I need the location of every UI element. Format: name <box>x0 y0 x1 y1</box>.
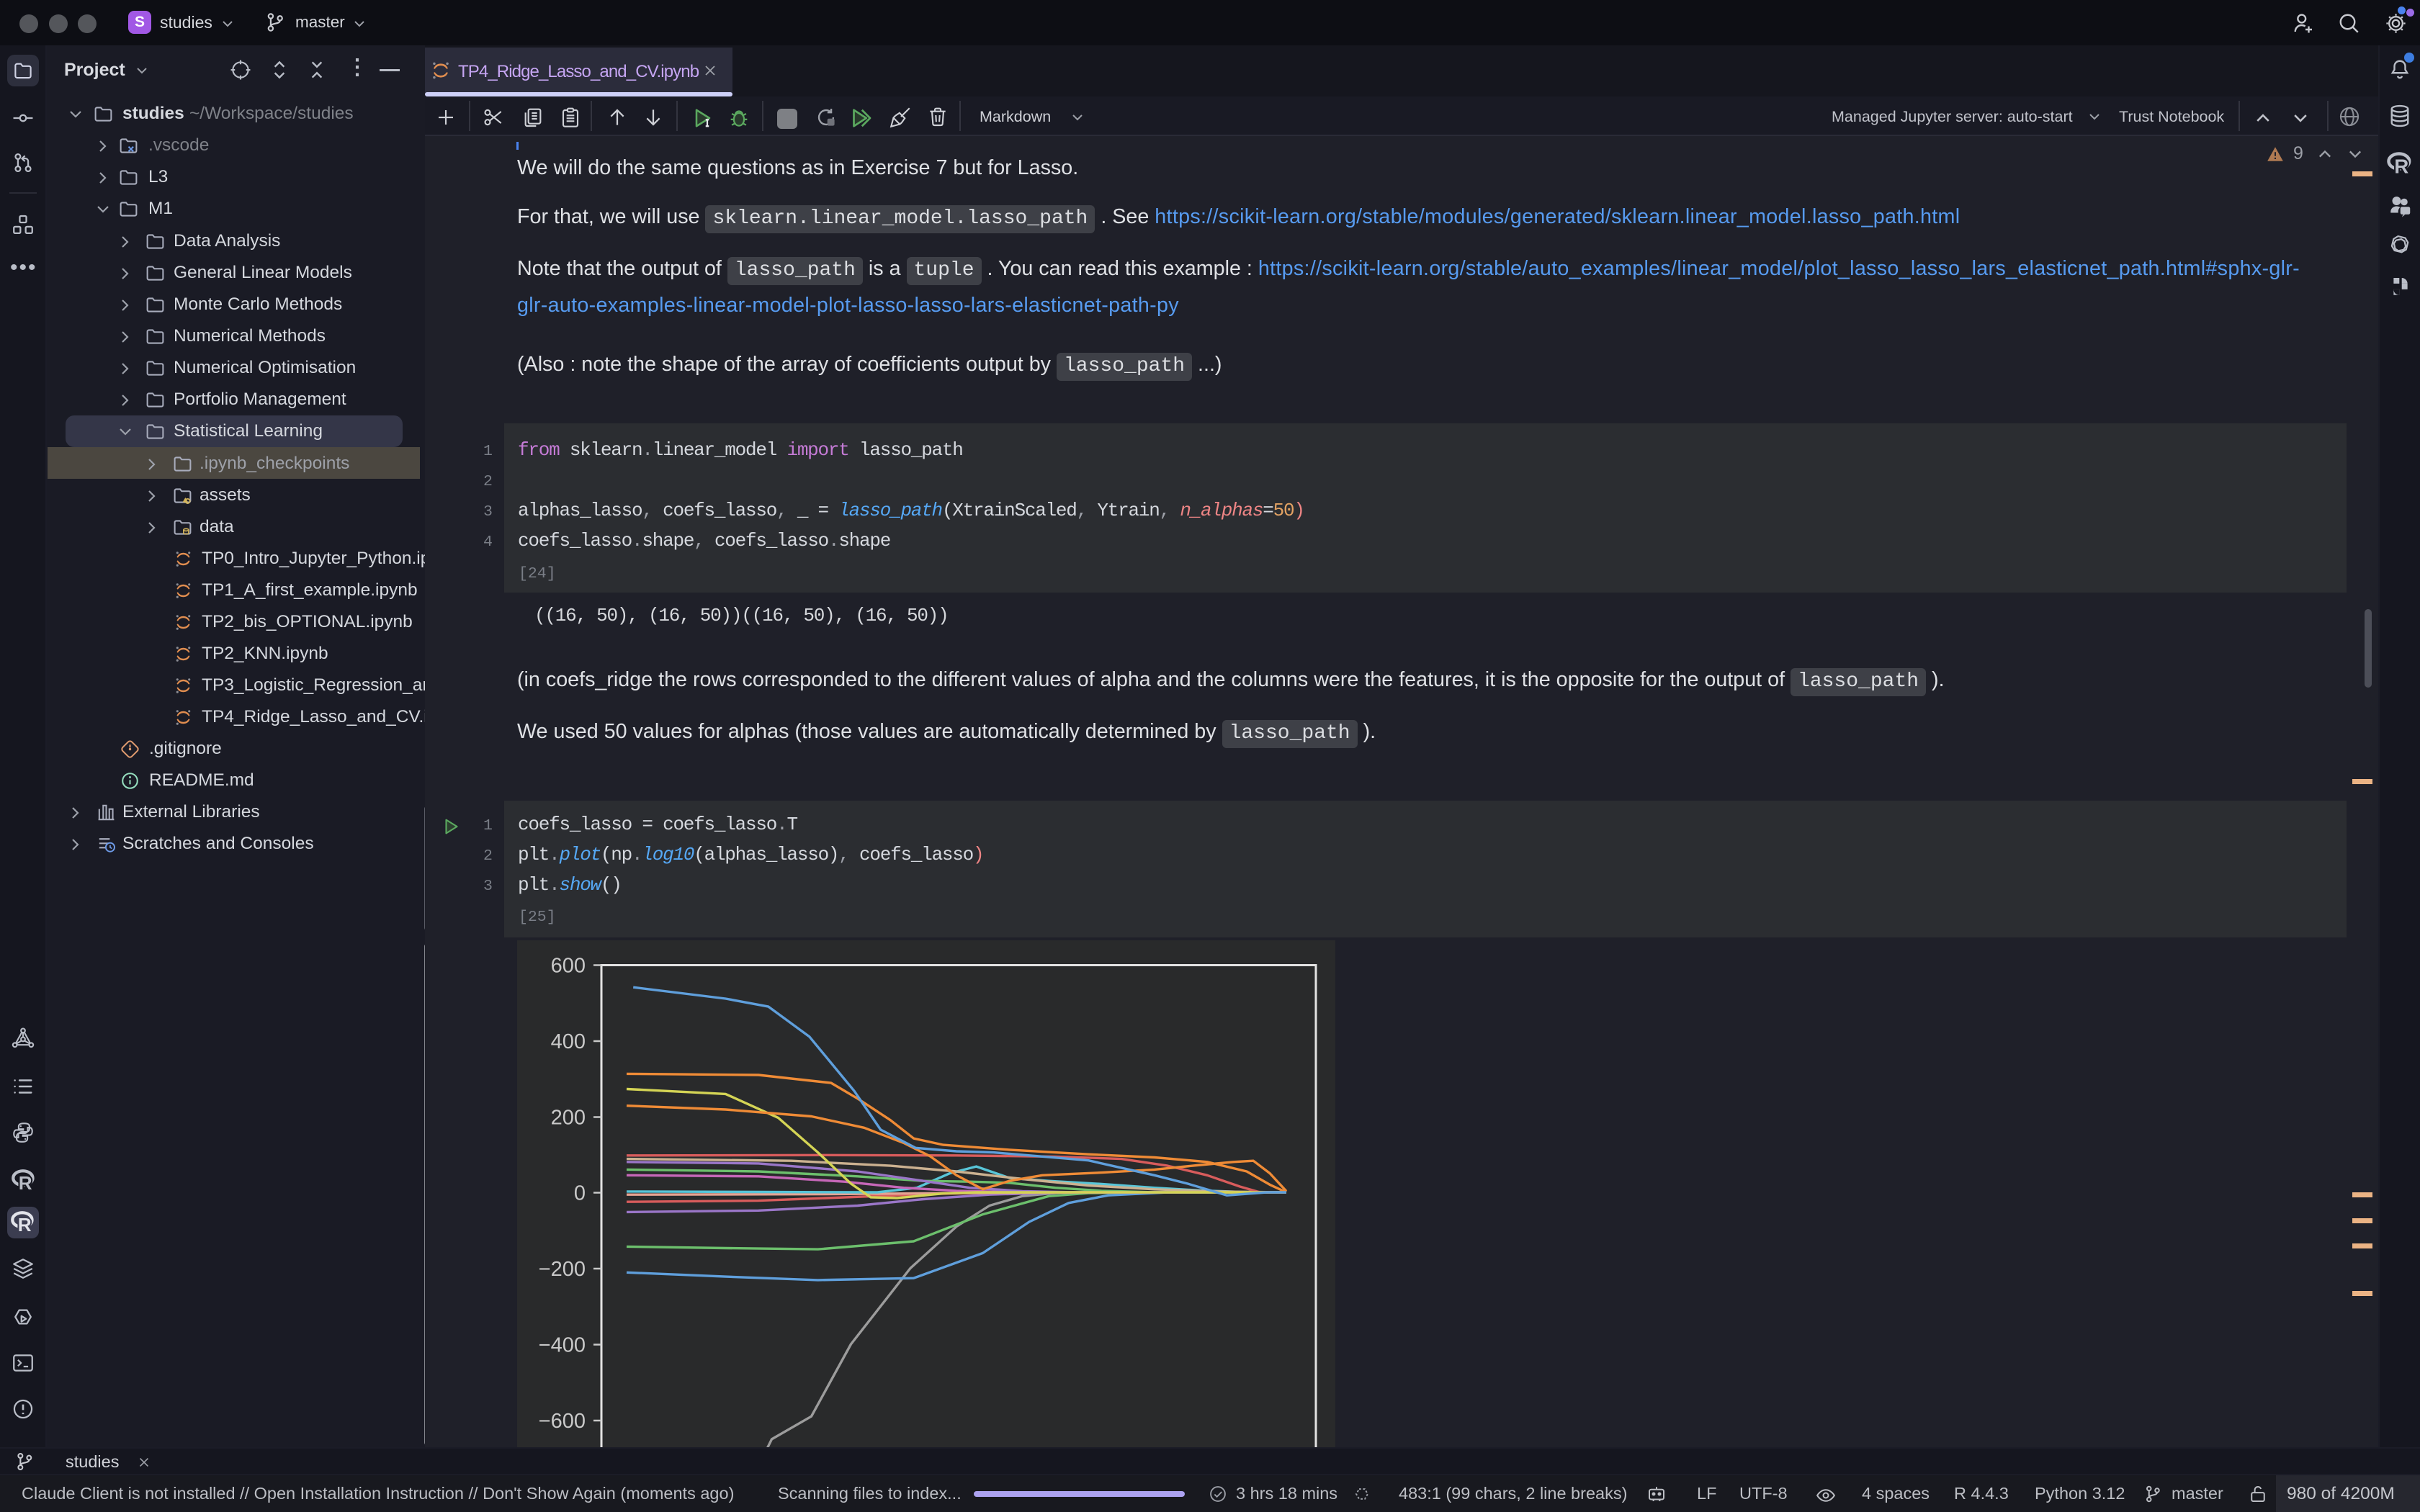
svg-text:−400: −400 <box>539 1334 586 1357</box>
svg-text:0: 0 <box>574 1182 586 1205</box>
svg-text:200: 200 <box>551 1107 586 1130</box>
svg-text:R: R <box>19 1172 32 1194</box>
svg-text:R: R <box>2394 156 2408 178</box>
svg-text:400: 400 <box>551 1030 586 1053</box>
svg-text:−200: −200 <box>539 1258 586 1281</box>
svg-text:−600: −600 <box>539 1410 586 1433</box>
svg-text:600: 600 <box>551 955 586 978</box>
svg-text:R: R <box>18 1214 32 1236</box>
